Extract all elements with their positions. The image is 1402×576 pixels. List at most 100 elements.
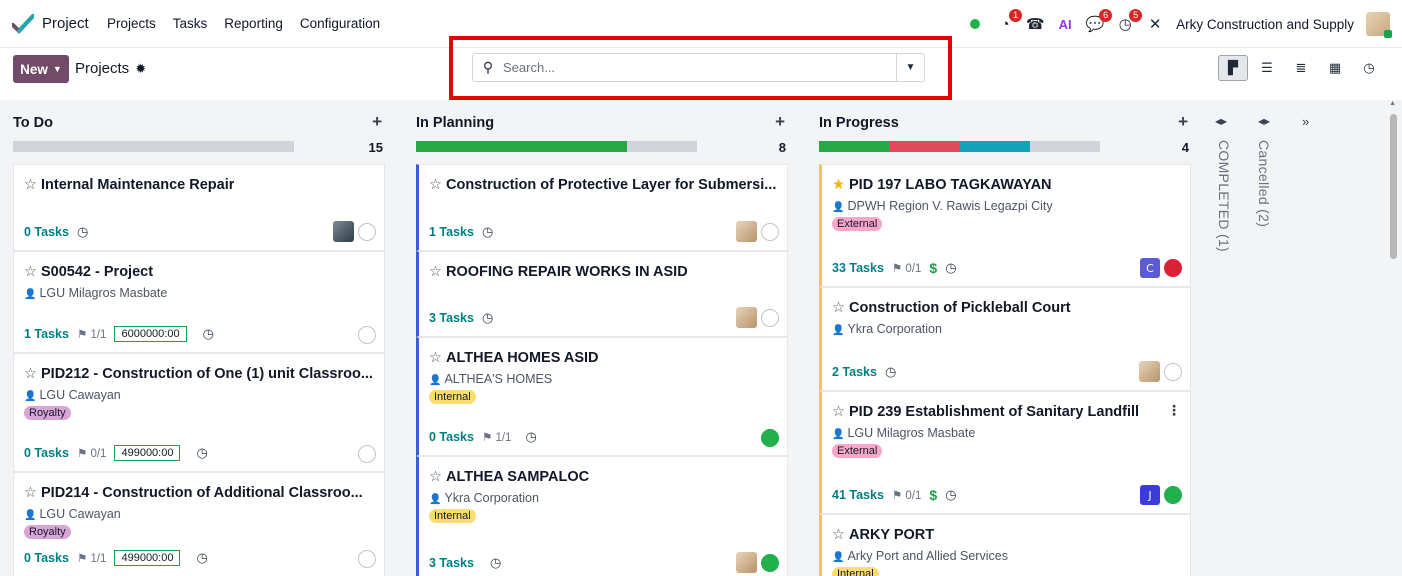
star-icon[interactable]: ☆ (832, 527, 845, 543)
dollar-icon[interactable]: $ (929, 487, 937, 503)
avatar[interactable]: C (1140, 258, 1160, 278)
clock-icon[interactable]: ◷ (77, 224, 88, 240)
clock-icon[interactable]: ◷ (196, 445, 207, 461)
project-card[interactable]: ☆ PID212 - Construction of One (1) unit C… (13, 353, 385, 472)
status-dot[interactable] (358, 445, 376, 463)
menu-projects[interactable]: Projects (107, 16, 156, 31)
tasks-link[interactable]: 0 Tasks (24, 446, 69, 460)
tasks-link[interactable]: 0 Tasks (24, 225, 69, 239)
column-title[interactable]: To Do (13, 115, 53, 131)
phone-icon[interactable]: ☎ (1026, 15, 1045, 33)
scrollbar-thumb[interactable] (1390, 114, 1397, 259)
more-options-icon[interactable]: ⋮ (1167, 402, 1181, 419)
clock-icon[interactable]: ◷ (945, 487, 956, 503)
messages-icon[interactable]: 💬 6 (1086, 9, 1113, 33)
avatar[interactable]: J (1140, 485, 1160, 505)
tasks-link[interactable]: 0 Tasks (429, 430, 474, 444)
clock-icon[interactable]: ◷ (885, 364, 896, 380)
tasks-link[interactable]: 41 Tasks (832, 488, 884, 502)
gantt-view-icon[interactable]: ≣ (1286, 55, 1316, 81)
tasks-link[interactable]: 1 Tasks (24, 327, 69, 341)
activity-icon[interactable]: ◔ 1 (996, 9, 1023, 33)
project-card[interactable]: ☆ Construction of Protective Layer for Su… (416, 164, 788, 251)
star-icon[interactable]: ☆ (24, 366, 37, 382)
clock-icon[interactable]: ◷ 5 (1116, 9, 1143, 33)
project-card[interactable]: ☆ S00542 - Project 👤 LGU Milagros Masbate … (13, 251, 385, 353)
status-dot[interactable] (761, 222, 779, 241)
status-dot[interactable] (1164, 486, 1182, 504)
project-card[interactable]: ☆ ROOFING REPAIR WORKS IN ASID 3 Tasks ◷ (416, 251, 788, 337)
star-icon[interactable]: ☆ (429, 177, 442, 193)
company-switcher[interactable]: Arky Construction and Supply (1176, 17, 1354, 32)
list-view-icon[interactable]: ☰ (1252, 55, 1282, 81)
status-dot[interactable] (358, 222, 376, 241)
project-card[interactable]: ☆ ARKY PORT 👤 Arky Port and Allied Service… (819, 514, 1191, 576)
star-filled-icon[interactable]: ★ (832, 177, 845, 193)
tasks-link[interactable]: 3 Tasks (429, 311, 474, 325)
add-card-icon[interactable]: + (1178, 112, 1188, 132)
star-icon[interactable]: ☆ (24, 485, 37, 501)
clock-icon[interactable]: ◷ (525, 429, 536, 445)
star-icon[interactable]: ☆ (429, 264, 442, 280)
star-icon[interactable]: ☆ (429, 469, 442, 485)
scroll-up-icon[interactable]: ▲ (1389, 100, 1396, 107)
menu-reporting[interactable]: Reporting (224, 16, 283, 31)
star-icon[interactable]: ☆ (832, 404, 845, 420)
column-title[interactable]: In Planning (416, 115, 494, 131)
status-dot[interactable] (761, 308, 779, 327)
clock-icon[interactable]: ◷ (482, 310, 493, 326)
activity-view-icon[interactable]: ◷ (1354, 55, 1384, 81)
double-chevron-right-icon[interactable]: » (1302, 114, 1309, 129)
project-card[interactable]: ☆ PID214 - Construction of Additional Cla… (13, 472, 385, 576)
column-progress-bar[interactable] (13, 141, 294, 152)
search-input[interactable] (503, 54, 896, 81)
avatar[interactable] (333, 221, 354, 242)
clock-icon[interactable]: ◷ (482, 224, 493, 240)
column-title[interactable]: In Progress (819, 115, 899, 131)
folded-column-cancelled[interactable]: Cancelled (2) (1256, 140, 1272, 227)
star-icon[interactable]: ☆ (429, 350, 442, 366)
presence-dot-icon[interactable] (966, 15, 984, 33)
clock-icon[interactable]: ◷ (196, 550, 207, 566)
tasks-link[interactable]: 2 Tasks (832, 365, 877, 379)
tasks-link[interactable]: 33 Tasks (832, 261, 884, 275)
new-button[interactable]: New ▼ (13, 55, 69, 83)
tasks-link[interactable]: 1 Tasks (429, 225, 474, 239)
status-dot[interactable] (761, 553, 779, 572)
status-dot[interactable] (358, 326, 376, 344)
tasks-link[interactable]: 0 Tasks (24, 551, 69, 565)
project-card[interactable]: ☆ PID 239 Establishment of Sanitary Landf… (819, 391, 1191, 514)
column-progress-bar[interactable] (819, 141, 1100, 152)
project-card[interactable]: ☆ Construction of Pickleball Court 👤 Ykra … (819, 287, 1191, 391)
tools-icon[interactable]: ✕ (1146, 15, 1164, 33)
status-dot[interactable] (1164, 362, 1182, 381)
add-card-icon[interactable]: + (775, 112, 785, 132)
kanban-view-icon[interactable]: ▛ (1218, 55, 1248, 81)
avatar[interactable] (736, 552, 757, 573)
star-icon[interactable]: ☆ (24, 177, 37, 193)
avatar[interactable] (1139, 361, 1160, 382)
folded-column-completed[interactable]: COMPLETED (1) (1216, 140, 1232, 252)
calendar-view-icon[interactable]: ▦ (1320, 55, 1350, 81)
search-options-toggle[interactable]: ▼ (896, 54, 924, 81)
status-dot[interactable] (1164, 259, 1182, 277)
gear-icon[interactable]: ✹ (135, 61, 146, 77)
project-card[interactable]: ☆ ALTHEA SAMPALOC 👤 Ykra Corporation Inter… (416, 456, 788, 576)
search-bar[interactable]: ⚲ ▼ (472, 53, 925, 82)
menu-configuration[interactable]: Configuration (300, 16, 380, 31)
star-icon[interactable]: ☆ (24, 264, 37, 280)
tasks-link[interactable]: 3 Tasks (429, 556, 474, 570)
status-dot[interactable] (358, 550, 376, 568)
avatar[interactable] (736, 221, 757, 242)
avatar[interactable] (736, 307, 757, 328)
add-card-icon[interactable]: + (372, 112, 382, 132)
clock-icon[interactable]: ◷ (945, 260, 956, 276)
column-progress-bar[interactable] (416, 141, 697, 152)
project-card[interactable]: ☆ Internal Maintenance Repair 0 Tasks ◷ (13, 164, 385, 251)
app-name[interactable]: Project (42, 15, 89, 32)
clock-icon[interactable]: ◷ (203, 326, 214, 342)
project-card[interactable]: ☆ ALTHEA HOMES ASID 👤 ALTHEA'S HOMES Inter… (416, 337, 788, 456)
project-card[interactable]: ★ PID 197 LABO TAGKAWAYAN 👤 DPWH Region V.… (819, 164, 1191, 287)
user-avatar[interactable] (1366, 12, 1392, 38)
expand-arrows-icon[interactable]: ◂▸ (1215, 114, 1227, 128)
